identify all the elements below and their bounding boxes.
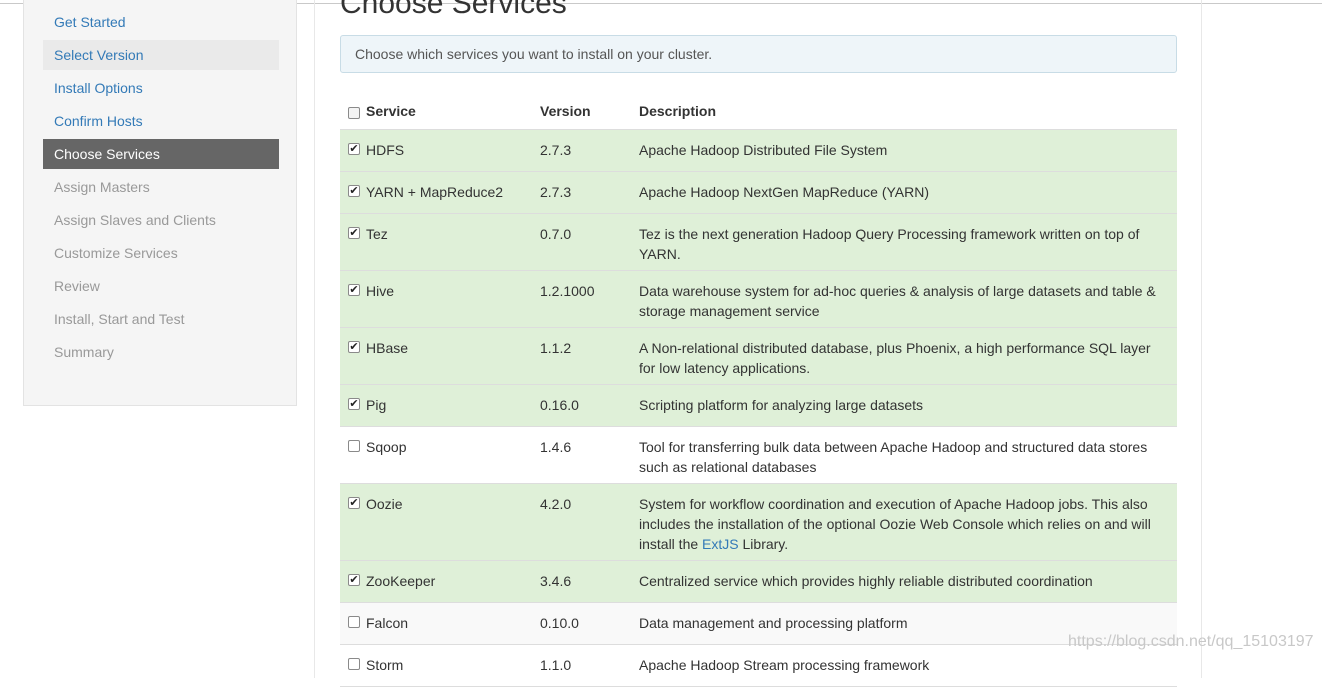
service-description: Scripting platform for analyzing large d… <box>639 397 924 413</box>
wizard-step-summary: Summary <box>54 344 114 360</box>
service-description: Tez is the next generation Hadoop Query … <box>639 226 1140 262</box>
service-description: Data management and processing platform <box>639 615 908 631</box>
service-name: Storm <box>366 657 404 673</box>
wizard-steps: Get Started Select Version Install Options… <box>43 7 279 370</box>
service-version: 0.16.0 <box>540 397 579 413</box>
service-checkbox[interactable]: ✔ <box>348 284 360 296</box>
service-version: 1.4.6 <box>540 439 572 455</box>
service-version: 2.7.3 <box>540 142 572 158</box>
service-description: Centralized service which provides highl… <box>639 573 1093 589</box>
wizard-sidebar: Get Started Select Version Install Options… <box>23 0 297 406</box>
table-row: ✔ HBase 1.1.2 A Non-relational distributed … <box>340 328 1177 385</box>
watermark: https://blog.csdn.net/qq_15103197 <box>1068 633 1314 650</box>
select-all-checkbox[interactable] <box>348 107 360 119</box>
service-version: 1.1.2 <box>540 340 572 356</box>
version-column-header: Version <box>540 103 591 119</box>
wizard-step-customize-services: Customize Services <box>54 245 178 261</box>
service-description: Apache Hadoop NextGen MapReduce (YARN) <box>639 184 930 200</box>
table-row: ✔ ZooKeeper 3.4.6 Centralized service which… <box>340 561 1177 603</box>
service-checkbox[interactable] <box>348 440 360 452</box>
table-header: Service Version Description <box>340 91 1177 130</box>
service-name: Tez <box>366 226 388 242</box>
service-description: Apache Hadoop Stream processing framewor… <box>639 657 930 673</box>
service-name: HDFS <box>366 142 405 158</box>
table-row: ✔ Tez 0.7.0 Tez is the next generation Hado… <box>340 214 1177 271</box>
description-tail: Library. <box>738 536 789 552</box>
table-row: Sqoop 1.4.6 Tool for transferring bulk dat… <box>340 427 1177 484</box>
service-checkbox[interactable]: ✔ <box>348 143 360 155</box>
service-name: ZooKeeper <box>366 573 436 589</box>
service-description: Apache Hadoop Distributed File System <box>639 142 888 158</box>
service-checkbox[interactable]: ✔ <box>348 341 360 353</box>
service-checkbox[interactable]: ✔ <box>348 398 360 410</box>
service-name: HBase <box>366 340 409 356</box>
service-column-header: Service <box>366 103 416 119</box>
service-checkbox[interactable]: ✔ <box>348 497 360 509</box>
wizard-step-choose-services[interactable]: Choose Services <box>43 139 279 169</box>
service-name: Sqoop <box>366 439 407 455</box>
service-checkbox[interactable] <box>348 616 360 628</box>
service-version: 2.7.3 <box>540 184 572 200</box>
wizard-step-review: Review <box>54 278 100 294</box>
service-name: Pig <box>366 397 387 413</box>
service-description: A Non-relational distributed database, p… <box>639 340 1151 376</box>
extjs-link[interactable]: ExtJS <box>702 536 739 552</box>
service-version: 0.7.0 <box>540 226 572 242</box>
service-checkbox[interactable] <box>348 658 360 670</box>
table-row: ✔ YARN + MapReduce2 2.7.3 Apache Hadoop Nex… <box>340 172 1177 214</box>
service-name: Hive <box>366 283 395 299</box>
services-table: Service Version Description ✔ HDFS 2.7.3 Ap… <box>340 91 1177 687</box>
service-version: 1.1.0 <box>540 657 572 673</box>
wizard-step-install-options[interactable]: Install Options <box>43 73 279 103</box>
service-version: 0.10.0 <box>540 615 579 631</box>
service-description: System for workflow coordination and exe… <box>639 494 1164 554</box>
service-checkbox[interactable]: ✔ <box>348 574 360 586</box>
table-row: ✔ Pig 0.16.0 Scripting platform for analyzi… <box>340 385 1177 427</box>
wizard-step-get-started[interactable]: Get Started <box>43 7 279 37</box>
service-checkbox[interactable]: ✔ <box>348 227 360 239</box>
service-version: 4.2.0 <box>540 496 572 512</box>
service-description: Data warehouse system for ad-hoc queries… <box>639 283 1156 319</box>
info-alert: Choose which services you want to instal… <box>340 35 1177 73</box>
service-description: Tool for transferring bulk data between … <box>639 439 1148 475</box>
service-version: 3.4.6 <box>540 573 572 589</box>
service-name: Falcon <box>366 615 409 631</box>
description-column-header: Description <box>639 103 717 119</box>
table-row: ✔ Hive 1.2.1000 Data warehouse system for a… <box>340 271 1177 328</box>
table-row: Storm 1.1.0 Apache Hadoop Stream processin… <box>340 645 1177 687</box>
service-version: 1.2.1000 <box>540 283 595 299</box>
table-row: ✔ Oozie 4.2.0 System for workflow coordinat… <box>340 484 1177 561</box>
page-title: Choose Services <box>340 0 567 20</box>
wizard-step-install-start-and-test: Install, Start and Test <box>54 311 185 327</box>
wizard-step-assign-masters: Assign Masters <box>54 179 150 195</box>
table-body: ✔ HDFS 2.7.3 Apache Hadoop Distributed File… <box>340 130 1177 687</box>
wizard-step-assign-slaves-and-clients: Assign Slaves and Clients <box>54 212 216 228</box>
wizard-step-confirm-hosts[interactable]: Confirm Hosts <box>43 106 279 136</box>
wizard-step-select-version[interactable]: Select Version <box>43 40 279 70</box>
table-row: Falcon 0.10.0 Data management and processi… <box>340 603 1177 645</box>
service-name: Oozie <box>366 496 403 512</box>
service-name: YARN + MapReduce2 <box>366 184 504 200</box>
service-checkbox[interactable]: ✔ <box>348 185 360 197</box>
table-row: ✔ HDFS 2.7.3 Apache Hadoop Distributed File… <box>340 130 1177 172</box>
